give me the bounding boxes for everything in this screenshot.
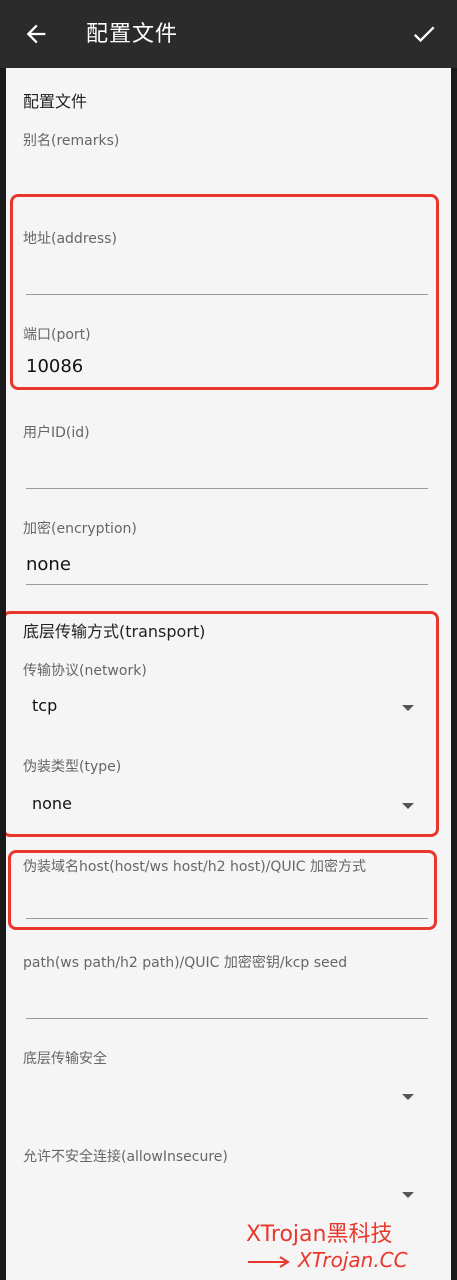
address-input[interactable] — [26, 252, 428, 294]
type-value: none — [32, 794, 72, 813]
address-label: 地址(address) — [23, 231, 117, 247]
path-underline — [26, 1018, 428, 1019]
arrow-right-icon — [248, 1256, 290, 1268]
host-input[interactable] — [26, 878, 428, 918]
path-input[interactable] — [26, 976, 428, 1018]
encryption-value: none — [26, 554, 71, 575]
id-input[interactable] — [26, 446, 428, 488]
form-container: 配置文件 别名(remarks) 地址(address) 端口(port) 10… — [6, 68, 451, 1280]
dropdown-arrow-icon — [402, 803, 414, 809]
section-title-transport: 底层传输方式(transport) — [23, 622, 206, 641]
section-title-profile: 配置文件 — [23, 92, 88, 111]
encryption-underline — [26, 584, 428, 585]
app-bar: 配置文件 — [0, 0, 457, 68]
watermark-text: XTrojan黑科技 — [246, 1222, 393, 1247]
id-label: 用户ID(id) — [23, 425, 90, 441]
type-select[interactable]: none — [26, 790, 428, 822]
insecure-label: 允许不安全连接(allowInsecure) — [23, 1149, 228, 1165]
port-value: 10086 — [26, 356, 84, 377]
port-label: 端口(port) — [23, 327, 91, 343]
dropdown-arrow-icon — [402, 1192, 414, 1198]
remarks-label: 别名(remarks) — [23, 133, 120, 149]
network-value: tcp — [32, 696, 58, 715]
security-select[interactable] — [26, 1082, 428, 1112]
id-underline — [26, 488, 428, 489]
encryption-label: 加密(encryption) — [23, 521, 137, 537]
type-label: 伪装类型(type) — [23, 759, 122, 775]
page-title: 配置文件 — [86, 22, 179, 47]
remarks-input[interactable] — [23, 152, 431, 188]
security-label: 底层传输安全 — [23, 1051, 107, 1067]
host-underline — [26, 918, 428, 919]
encryption-input[interactable]: none — [26, 554, 428, 584]
watermark-url: XTrojan.CC — [298, 1248, 408, 1272]
insecure-select[interactable] — [26, 1180, 428, 1210]
network-label: 传输协议(network) — [23, 663, 147, 679]
check-icon[interactable] — [410, 20, 438, 48]
path-label: path(ws path/h2 path)/QUIC 加密密钥/kcp seed — [23, 955, 348, 971]
network-select[interactable]: tcp — [26, 692, 428, 724]
host-label: 伪装域名host(host/ws host/h2 host)/QUIC 加密方式 — [23, 859, 367, 875]
arrow-left-icon[interactable] — [22, 20, 50, 48]
dropdown-arrow-icon — [402, 1094, 414, 1100]
dropdown-arrow-icon — [402, 705, 414, 711]
address-underline — [26, 294, 428, 295]
port-input[interactable]: 10086 — [26, 356, 428, 386]
